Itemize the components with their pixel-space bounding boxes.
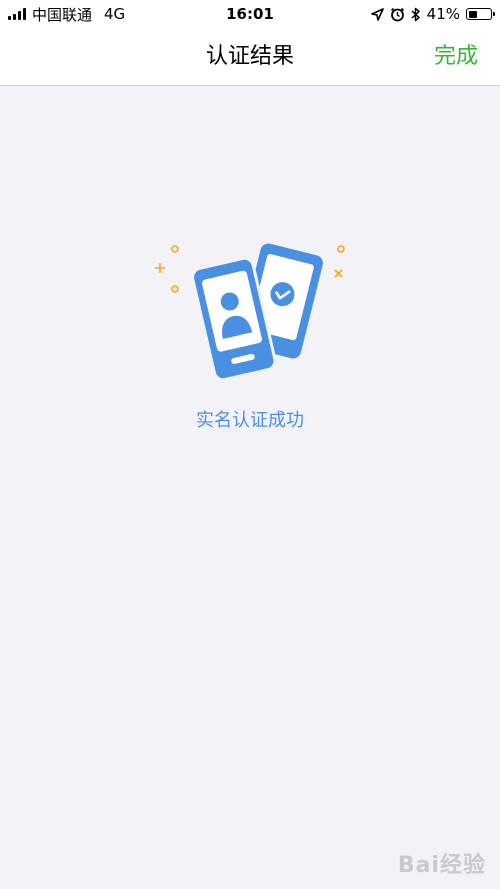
alarm-icon (390, 7, 404, 21)
watermark-logo: Bai经验 (397, 853, 486, 878)
battery-icon (466, 8, 495, 20)
status-bar: 中国联通 4G 16:01 41% (0, 0, 500, 28)
navigation-bar: 认证结果 完成 (0, 28, 500, 86)
decor-circle-icon (337, 245, 345, 253)
location-arrow-icon (370, 7, 384, 21)
status-right: 41% (370, 4, 495, 24)
bluetooth-icon (411, 7, 420, 21)
decor-cross-icon (334, 269, 343, 278)
decor-plus-icon (155, 263, 165, 273)
success-message: 实名认证成功 (196, 410, 304, 431)
id-card-verified-icon (155, 243, 345, 382)
decor-circle-icon (171, 245, 179, 253)
page-title: 认证结果 (205, 44, 294, 69)
done-button[interactable]: 完成 (434, 42, 478, 72)
battery-fill (468, 10, 478, 18)
decor-circle-icon (171, 285, 179, 293)
battery-percent: 41% (426, 5, 460, 23)
